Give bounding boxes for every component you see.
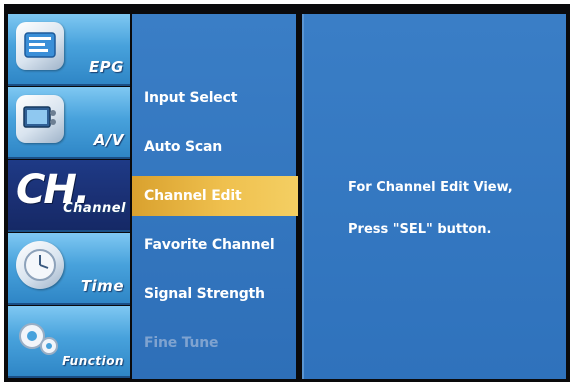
menu-item-channel-edit[interactable]: Channel Edit — [132, 176, 298, 216]
menu-item-fine-tune: Fine Tune — [144, 335, 219, 351]
menu-item-signal-strength[interactable]: Signal Strength — [132, 270, 296, 319]
tab-channel[interactable]: CH. Channel — [8, 160, 130, 232]
tab-epg-label: EPG — [88, 58, 124, 76]
channel-menu: Input Select Auto Scan Channel Edit Favo… — [132, 14, 298, 379]
category-tabs: EPG A/V CH. Channel Time Function — [8, 14, 130, 379]
tab-time[interactable]: Time — [8, 233, 130, 305]
tab-time-label: Time — [80, 277, 124, 295]
tv-osd-screen: EPG A/V CH. Channel Time Function Input … — [4, 4, 570, 382]
menu-item-auto-scan[interactable]: Auto Scan — [132, 123, 296, 172]
tab-function[interactable]: Function — [8, 306, 130, 378]
tab-function-label: Function — [62, 354, 124, 368]
clock-icon — [16, 241, 64, 289]
av-icon — [16, 95, 64, 143]
tab-channel-label: Channel — [63, 201, 126, 216]
tab-av-label: A/V — [93, 131, 124, 149]
menu-item-favorite-channel[interactable]: Favorite Channel — [132, 221, 296, 270]
info-line-2: Press "SEL" button. — [348, 222, 492, 237]
gears-icon — [16, 314, 64, 362]
tab-av[interactable]: A/V — [8, 87, 130, 159]
info-panel: For Channel Edit View, Press "SEL" butto… — [302, 14, 566, 379]
info-line-1: For Channel Edit View, — [348, 180, 513, 195]
menu-item-input-select[interactable]: Input Select — [132, 74, 296, 123]
epg-icon — [16, 22, 64, 70]
tab-epg[interactable]: EPG — [8, 14, 130, 86]
